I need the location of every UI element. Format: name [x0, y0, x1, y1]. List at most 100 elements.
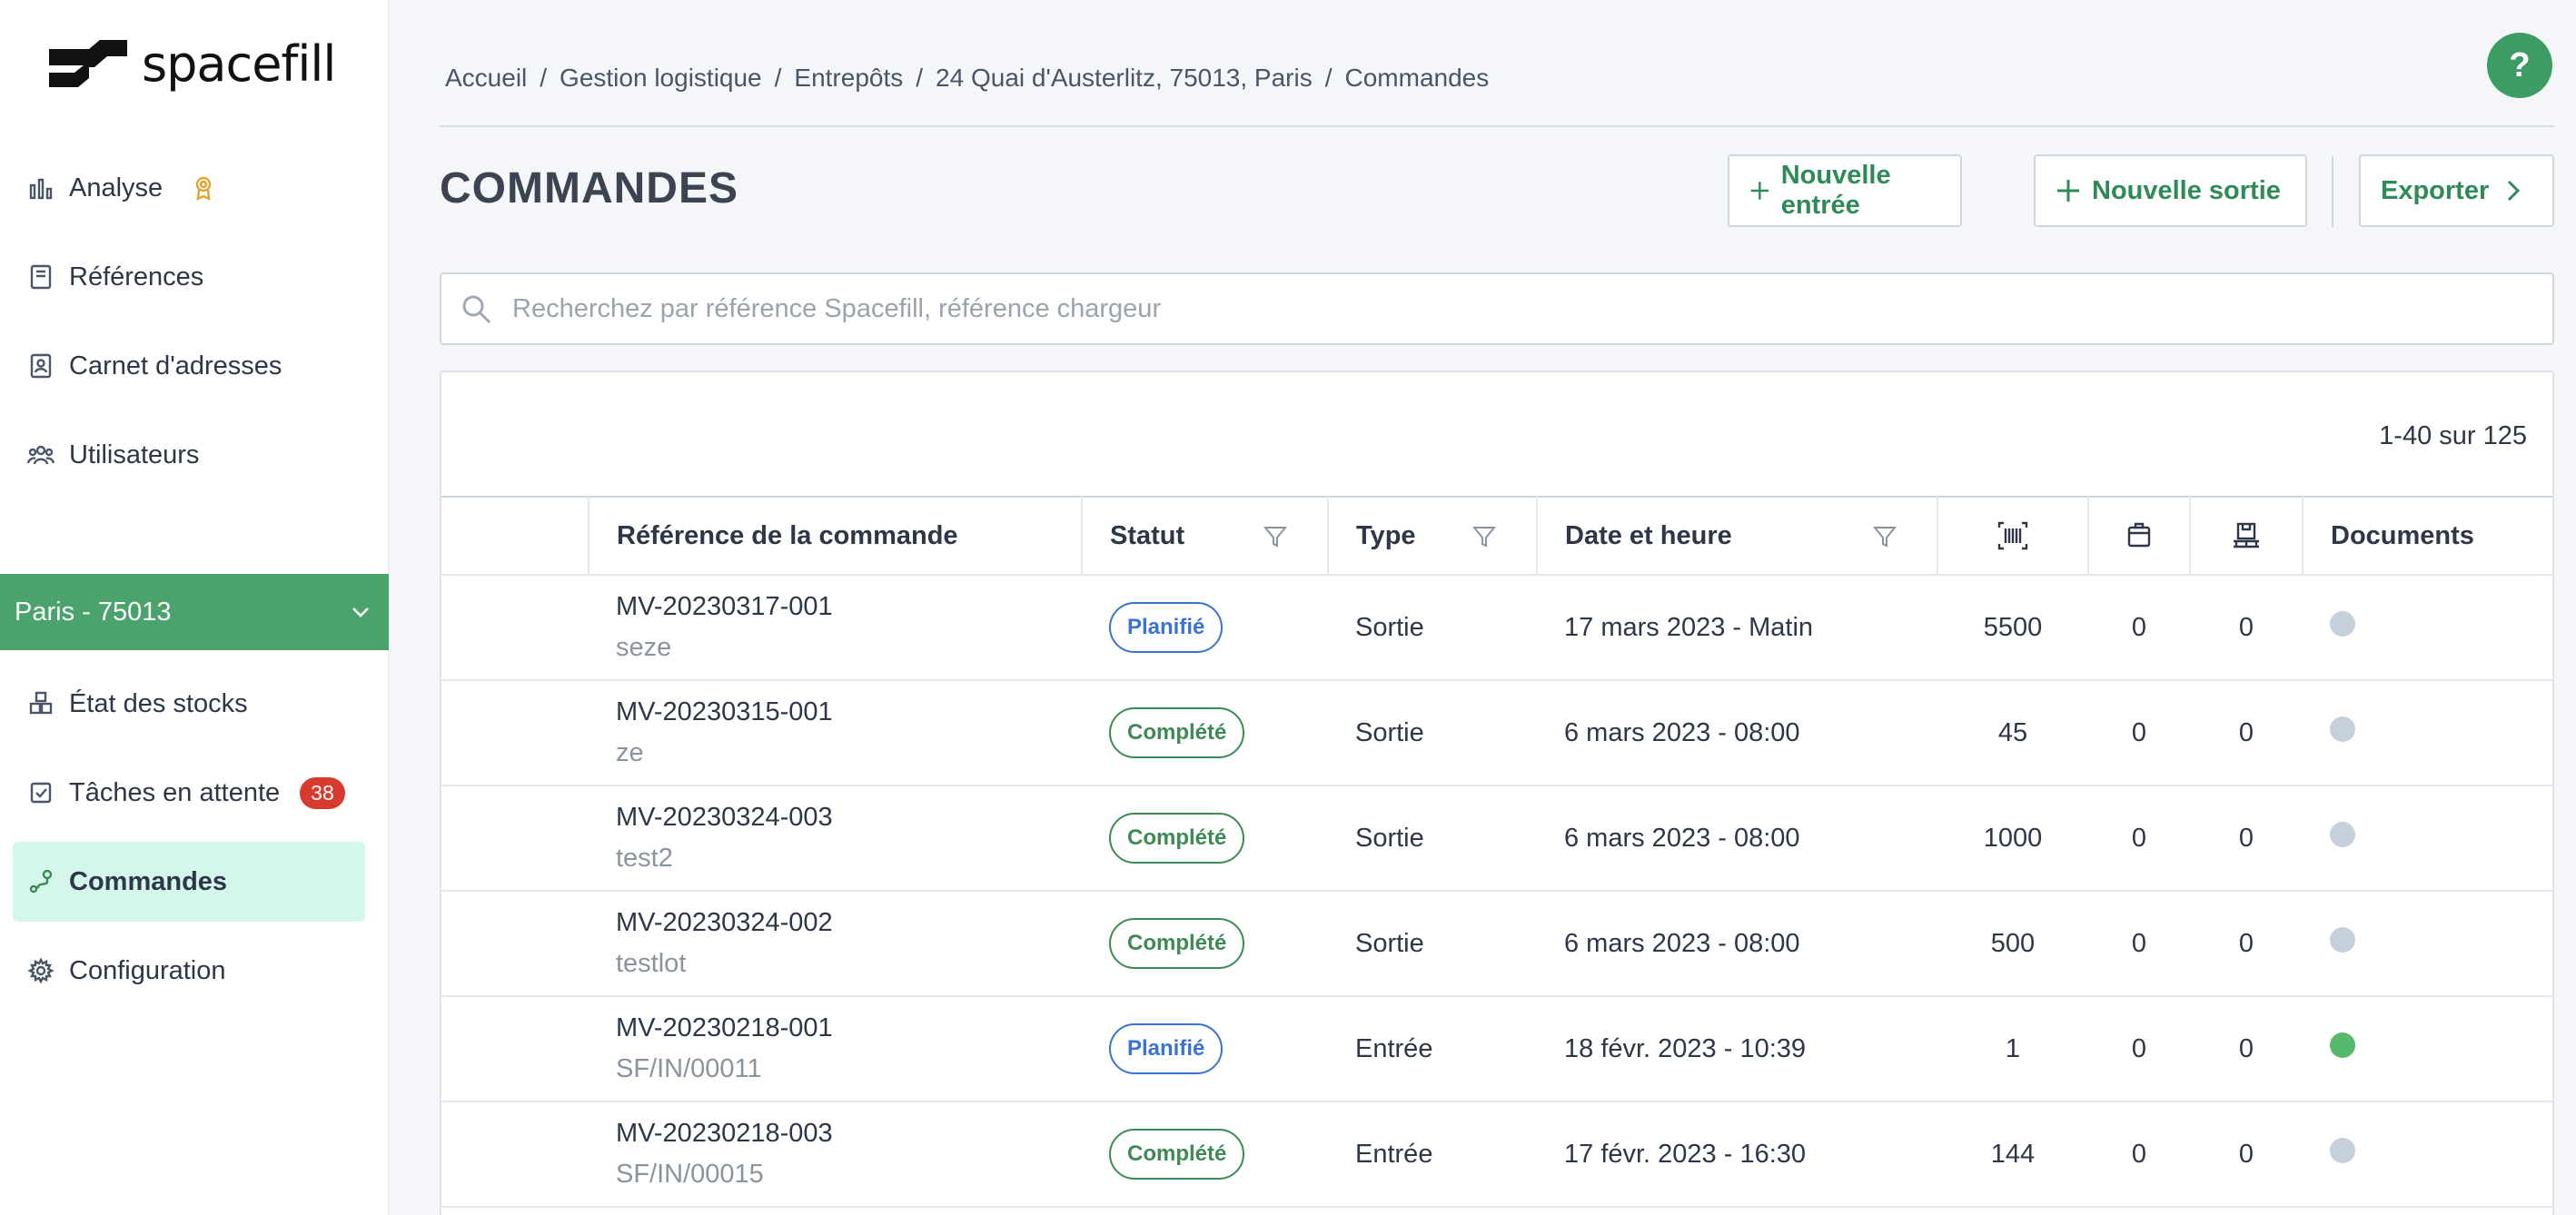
cell-status: Complété: [1082, 680, 1328, 785]
cell-pallets: 0: [2238, 928, 2254, 958]
button-divider: [2332, 156, 2333, 227]
cell-select: [441, 1101, 589, 1207]
search-icon: [462, 295, 491, 324]
cell-type: Entrée: [1355, 1033, 1433, 1063]
cell-documents: [2303, 680, 2552, 785]
cell-type: Sortie: [1355, 612, 1424, 642]
warehouse-label: Paris - 75013: [15, 597, 172, 627]
cell-select: [441, 891, 589, 996]
cell-datetime: 6 mars 2023 - 08:00: [1564, 717, 1800, 747]
sidebar-item-label: Tâches en attente: [69, 777, 281, 807]
breadcrumb-separator: /: [774, 64, 782, 92]
pending-tasks-count-badge: 38: [300, 776, 345, 809]
cell-units: 500: [1990, 928, 2036, 958]
header-type[interactable]: Type: [1327, 497, 1537, 575]
order-reference: MV-20230218-003: [616, 1119, 833, 1148]
book-icon: [30, 264, 52, 290]
sidebar-item-configuration[interactable]: Configuration: [13, 931, 365, 1011]
bar-chart-icon: [29, 178, 53, 200]
header-status[interactable]: Statut: [1081, 497, 1328, 575]
cell-pallets: 0: [2238, 1033, 2254, 1063]
breadcrumb-logistics[interactable]: Gestion logistique: [560, 64, 762, 93]
status-badge: Complété: [1109, 918, 1245, 969]
cell-type: Sortie: [1355, 823, 1424, 853]
table-row[interactable]: MV-20230317-001 seze Planifié Sortie 17 …: [441, 575, 2552, 680]
cell-datetime: 18 févr. 2023 - 10:39: [1564, 1033, 1807, 1063]
logo-text: spacefill: [142, 35, 336, 93]
header-datetime[interactable]: Date et heure: [1536, 497, 1937, 575]
cell-units: 1: [2005, 1033, 2021, 1063]
pagination-info: 1-40 sur 125: [2379, 421, 2527, 450]
sidebar-item-pending-tasks[interactable]: Tâches en attente 38: [13, 753, 365, 833]
sidebar-item-references[interactable]: Références: [13, 237, 365, 317]
cell-reference: MV-20230218-001 SF/IN/00011: [589, 996, 1082, 1101]
table-row[interactable]: MV-20230324-002 testlot Complété Sortie …: [441, 891, 2552, 996]
gear-icon: [27, 957, 54, 984]
cell-documents: [2303, 996, 2552, 1101]
search-bar: [440, 272, 2554, 345]
cell-status: Complété: [1082, 1101, 1328, 1207]
order-reference: MV-20230317-001: [616, 592, 833, 621]
breadcrumb-home[interactable]: Accueil: [445, 64, 527, 93]
new-entry-label: Nouvelle entrée: [1780, 161, 1891, 220]
new-exit-button[interactable]: Nouvelle sortie: [2034, 154, 2307, 227]
header-status-label: Statut: [1110, 520, 1185, 550]
cell-boxes: 0: [2131, 1139, 2147, 1169]
new-entry-button[interactable]: Nouvelle entrée: [1728, 154, 1962, 227]
sidebar-item-address-book[interactable]: Carnet d'adresses: [13, 326, 365, 406]
cell-documents: [2303, 575, 2552, 680]
status-badge: Complété: [1109, 707, 1245, 758]
breadcrumb-warehouse-address[interactable]: 24 Quai d'Austerlitz, 75013, Paris: [936, 64, 1313, 93]
cell-reference: MV-20230324-003 test2: [589, 785, 1082, 891]
cell-units: 144: [1990, 1139, 2036, 1169]
cell-type: Sortie: [1355, 717, 1424, 747]
cell-documents: [2303, 891, 2552, 996]
document-status-dot: [2330, 1138, 2355, 1163]
warehouse-selector[interactable]: Paris - 75013: [0, 574, 389, 650]
order-reference: MV-20230324-003: [616, 803, 833, 832]
cell-select: [441, 680, 589, 785]
sidebar-item-stock-status[interactable]: État des stocks: [13, 664, 365, 744]
cell-status: Complété: [1082, 891, 1328, 996]
document-status-dot: [2330, 1032, 2355, 1058]
table-row[interactable]: MV-20230218-003 SF/IN/00015 Complété Ent…: [441, 1101, 2552, 1207]
cell-boxes: 0: [2131, 717, 2147, 747]
cell-units: 5500: [1983, 612, 2043, 642]
cell-datetime: 17 févr. 2023 - 16:30: [1564, 1139, 1807, 1169]
spacefill-logo-icon: [49, 40, 127, 87]
breadcrumb-separator: /: [916, 64, 924, 92]
table-row[interactable]: MV-20230315-001 ze Complété Sortie 6 mar…: [441, 680, 2552, 785]
export-button[interactable]: Exporter: [2359, 154, 2554, 227]
pallet-icon: [2234, 522, 2259, 548]
search-input[interactable]: [512, 293, 2511, 324]
cell-units: 45: [1997, 717, 2028, 747]
breadcrumb-warehouses[interactable]: Entrepôts: [794, 64, 903, 93]
cell-select: [441, 785, 589, 891]
orders-table-card: 1-40 sur 125 Référence de la commande St…: [440, 370, 2554, 1215]
cell-reference: MV-20230317-001 seze: [589, 575, 1082, 680]
cell-boxes: 0: [2131, 1033, 2147, 1063]
sidebar-item-users[interactable]: Utilisateurs: [13, 415, 365, 495]
sidebar-item-analyse[interactable]: Analyse: [13, 148, 365, 228]
sidebar: spacefill Analyse Références Carnet d'ad…: [0, 0, 389, 1215]
sidebar-item-orders[interactable]: Commandes: [13, 842, 365, 922]
filter-icon[interactable]: [1472, 525, 1496, 548]
cell-type: Sortie: [1355, 928, 1424, 958]
status-badge: Planifié: [1109, 602, 1224, 653]
box-icon: [2127, 522, 2151, 548]
filter-icon[interactable]: [1873, 525, 1897, 548]
status-badge: Complété: [1109, 813, 1245, 864]
help-button[interactable]: ?: [2487, 33, 2552, 98]
filter-icon[interactable]: [1263, 525, 1287, 548]
spacefill-logo[interactable]: spacefill: [47, 35, 336, 93]
table-row[interactable]: MV-20230218-001 SF/IN/00011 Planifié Ent…: [441, 996, 2552, 1101]
cell-pallets: 0: [2238, 1139, 2254, 1169]
plus-icon: [1750, 182, 1769, 200]
header-documents: Documents: [2302, 497, 2552, 575]
breadcrumb-separator: /: [1324, 64, 1333, 92]
table-row[interactable]: MV-20230324-003 test2 Complété Sortie 6 …: [441, 785, 2552, 891]
status-badge: Planifié: [1109, 1023, 1224, 1074]
shipper-reference: testlot: [616, 949, 687, 978]
table-header-row: Référence de la commande Statut Type Dat…: [441, 497, 2552, 575]
cell-boxes: 0: [2131, 928, 2147, 958]
